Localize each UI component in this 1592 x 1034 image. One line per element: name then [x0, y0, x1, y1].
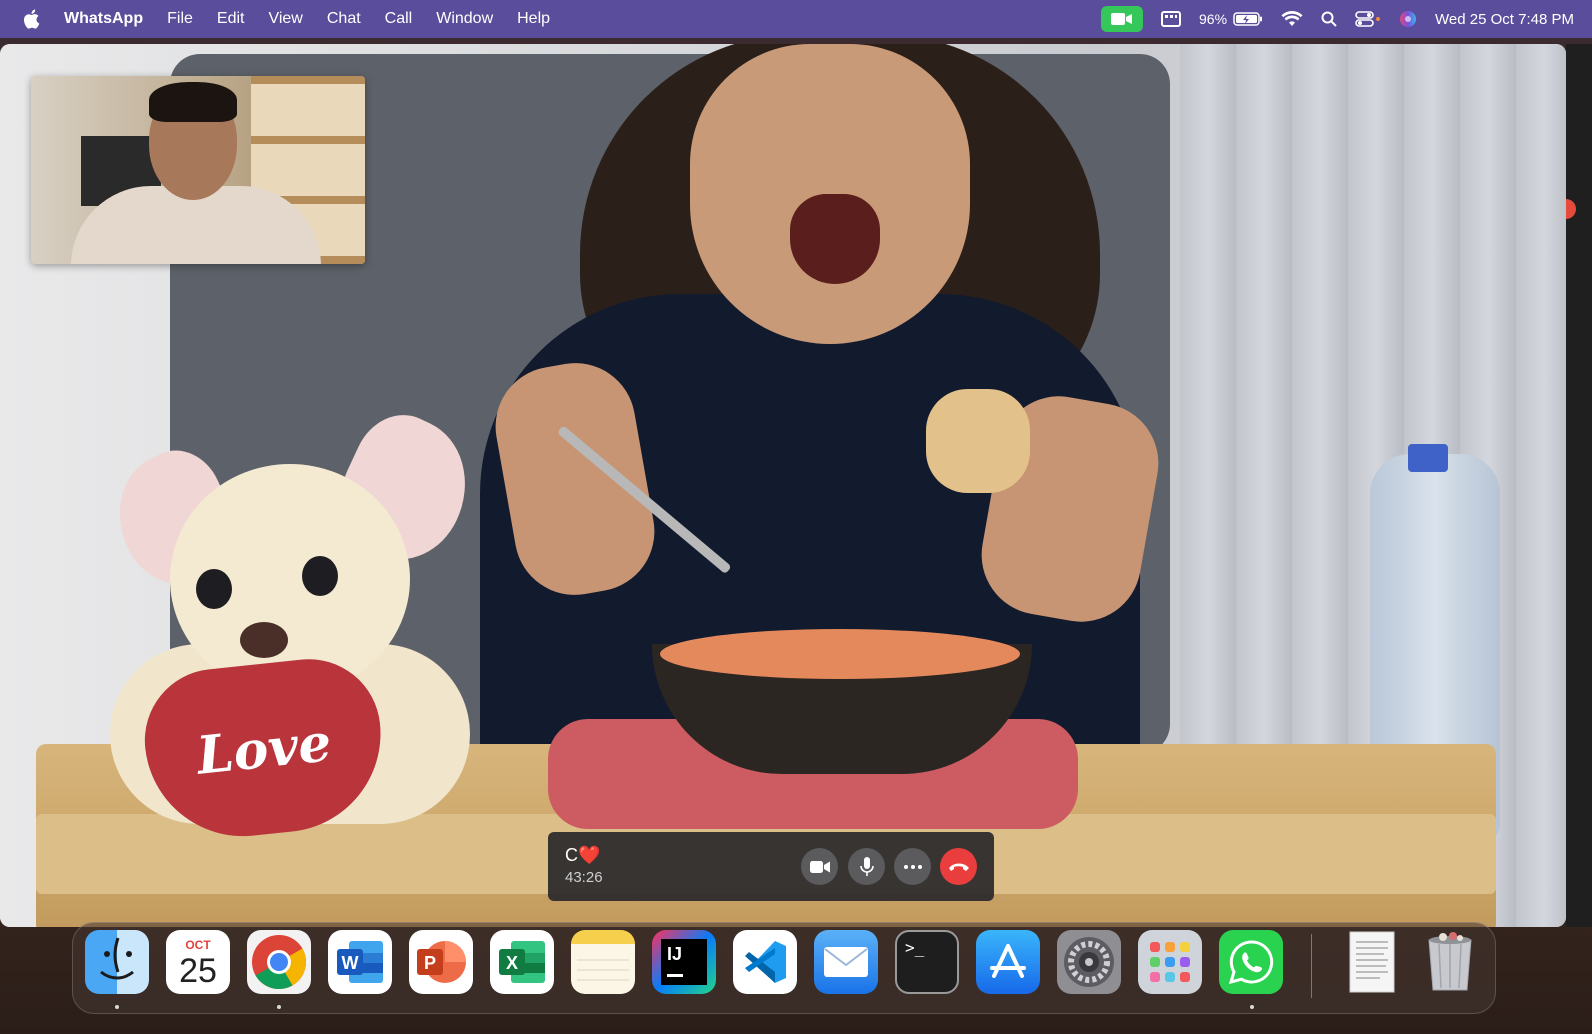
siri-icon[interactable] — [1399, 10, 1417, 28]
dock-notes[interactable] — [571, 930, 635, 994]
call-timer: 43:26 — [565, 869, 603, 886]
menu-help[interactable]: Help — [517, 10, 550, 28]
trash-icon — [1428, 932, 1472, 991]
end-call-button[interactable] — [940, 848, 977, 885]
vscode-icon — [745, 941, 786, 983]
self-view-thumbnail[interactable] — [31, 76, 365, 264]
finder-running-dot — [115, 1005, 119, 1009]
chrome-icon — [252, 935, 306, 990]
more-options-button[interactable] — [894, 848, 931, 885]
menu-bar: WhatsApp File Edit View Chat Call Window… — [0, 0, 1592, 38]
camera-in-use-icon[interactable] — [1101, 6, 1143, 32]
dock-excel[interactable]: X — [490, 930, 554, 994]
dock-word[interactable]: W — [328, 930, 392, 994]
end-call-icon — [948, 863, 969, 871]
menubar-clock[interactable]: Wed 25 Oct 7:48 PM — [1435, 11, 1574, 28]
menu-edit[interactable]: Edit — [217, 10, 245, 28]
dock-terminal[interactable]: >_ — [895, 930, 959, 994]
caller-info: C❤️ 43:26 — [565, 844, 603, 888]
dock-app-store[interactable] — [976, 930, 1040, 994]
svg-text:W: W — [342, 953, 359, 973]
calendar-day: 25 — [179, 952, 217, 990]
apple-menu-icon[interactable] — [22, 9, 42, 29]
excel-icon: X — [499, 941, 545, 983]
powerpoint-icon: P — [417, 941, 466, 983]
document-icon — [1349, 931, 1395, 993]
pasta — [660, 629, 1020, 679]
battery-percentage: 96% — [1199, 11, 1228, 27]
launchpad-icon — [1150, 942, 1190, 982]
toggle-video-button[interactable] — [801, 848, 838, 885]
self-view-hair — [149, 82, 237, 122]
dock-intellij[interactable]: IJ — [652, 930, 716, 994]
calendar-month: OCT — [185, 938, 211, 952]
menu-call[interactable]: Call — [385, 10, 413, 28]
dock-recent-document[interactable] — [1340, 930, 1404, 994]
dock-vscode[interactable] — [733, 930, 797, 994]
svg-text:X: X — [506, 953, 518, 973]
dock-finder[interactable] — [85, 930, 149, 994]
dock-mail[interactable] — [814, 930, 878, 994]
bread-roll — [926, 389, 1030, 493]
chrome-running-dot — [277, 1005, 281, 1009]
toggle-mic-button[interactable] — [848, 848, 885, 885]
whatsapp-icon — [1228, 940, 1274, 985]
call-control-bar: C❤️ 43:26 — [548, 832, 994, 901]
mail-icon — [824, 947, 868, 977]
video-call-window: Love C❤️ 43:26 — [0, 44, 1566, 927]
dock-system-settings[interactable] — [1057, 930, 1121, 994]
person-mouth — [790, 194, 880, 284]
dock-trash[interactable] — [1418, 930, 1482, 994]
plush-eye-right — [302, 556, 338, 596]
notification-dot — [1566, 199, 1576, 219]
microphone-icon — [859, 856, 874, 876]
menu-view[interactable]: View — [268, 10, 302, 28]
control-center-icon[interactable] — [1355, 11, 1381, 27]
dock-chrome[interactable] — [247, 930, 311, 994]
caller-name: C❤️ — [565, 845, 601, 865]
wifi-icon[interactable] — [1281, 11, 1303, 27]
gear-icon — [1064, 937, 1114, 987]
more-icon — [903, 864, 922, 869]
menu-app-name[interactable]: WhatsApp — [64, 10, 143, 28]
plush-eye-left — [196, 569, 232, 609]
dock-separator — [1311, 934, 1312, 998]
menu-chat[interactable]: Chat — [327, 10, 361, 28]
whatsapp-running-dot — [1250, 1005, 1254, 1009]
menu-file[interactable]: File — [167, 10, 193, 28]
battery-icon[interactable] — [1233, 12, 1263, 26]
finder-icon — [100, 937, 134, 980]
spotlight-search-icon[interactable] — [1321, 11, 1337, 27]
word-icon: W — [337, 941, 383, 983]
app-store-icon — [990, 944, 1026, 978]
background-window-edge — [1566, 44, 1592, 927]
dock-powerpoint[interactable]: P — [409, 930, 473, 994]
bottle-cap — [1408, 444, 1448, 472]
dock-calendar[interactable]: OCT 25 — [166, 930, 230, 994]
notes-icon — [577, 959, 629, 981]
plush-nose — [240, 622, 288, 658]
terminal-icon: >_ — [905, 938, 925, 957]
svg-text:P: P — [424, 953, 436, 973]
menu-window[interactable]: Window — [436, 10, 493, 28]
intellij-icon: IJ — [661, 939, 707, 985]
dock-whatsapp[interactable] — [1219, 930, 1283, 994]
camera-icon — [809, 860, 830, 873]
dock-launchpad[interactable] — [1138, 930, 1202, 994]
display-icon[interactable] — [1161, 11, 1181, 27]
